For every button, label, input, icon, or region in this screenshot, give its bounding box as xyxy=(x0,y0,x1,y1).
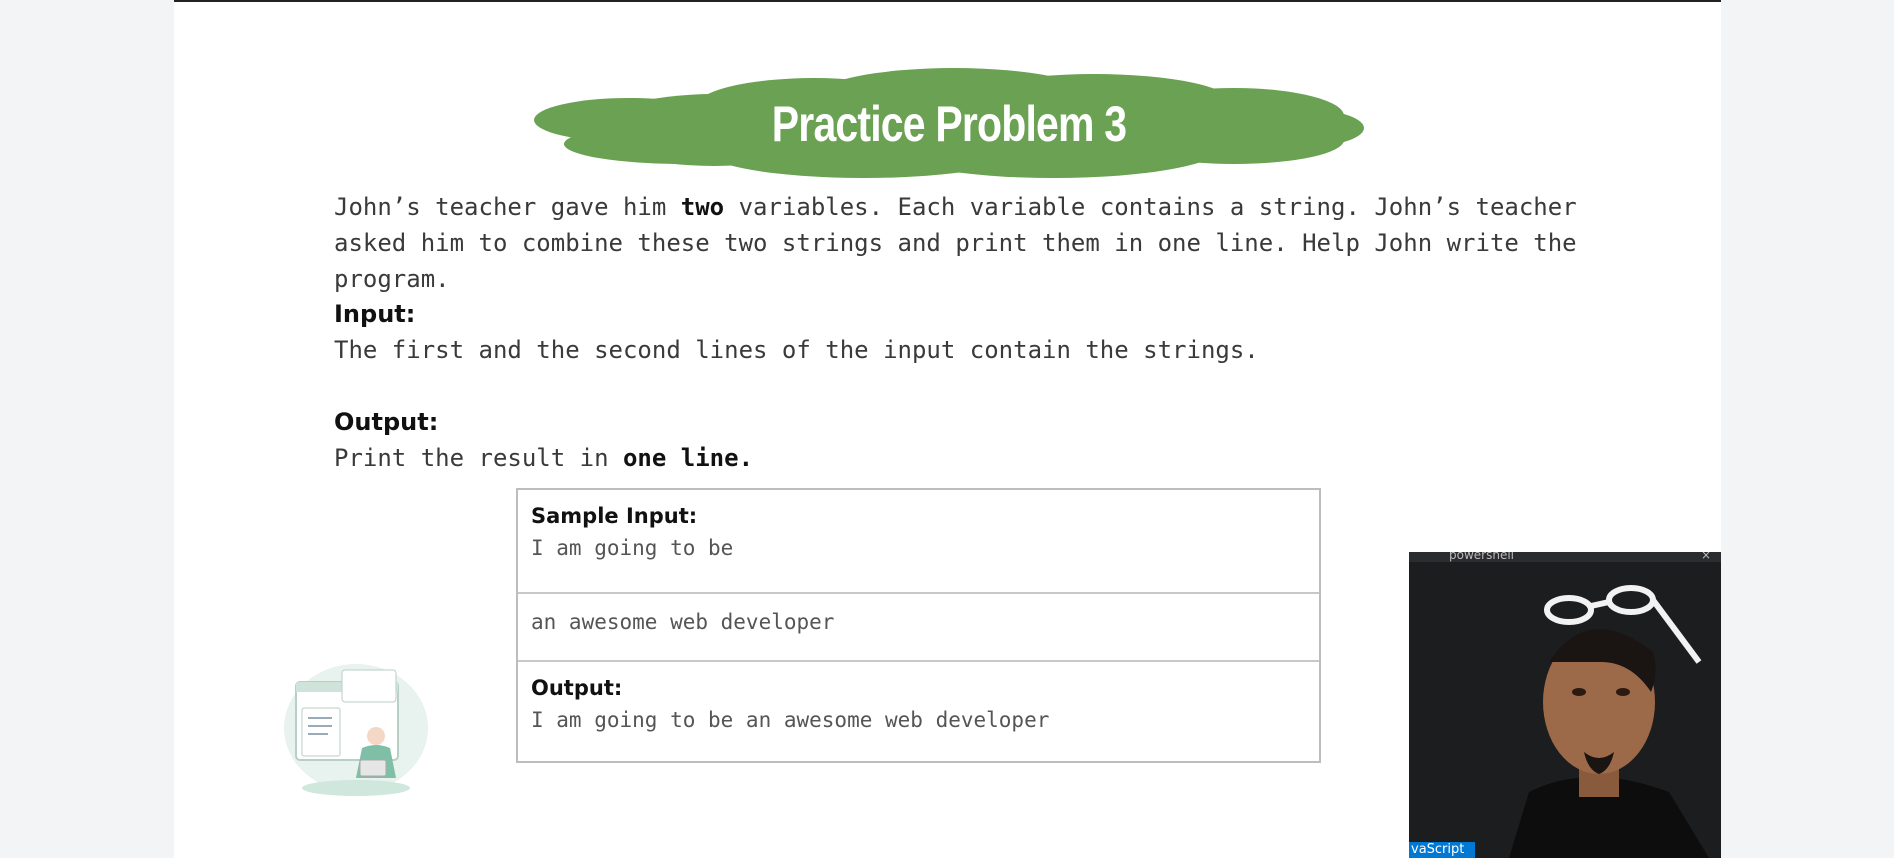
sample-input-row: Sample Input: I am going to be xyxy=(518,490,1319,594)
output-heading: Output: xyxy=(334,408,439,436)
output-description-prefix: Print the result in xyxy=(334,444,623,472)
description-part-1: John’s teacher gave him xyxy=(334,193,681,221)
sample-output-line: I am going to be an awesome web develope… xyxy=(531,708,1050,732)
sample-input-row-2: an awesome web developer xyxy=(518,594,1319,662)
problem-description: John’s teacher gave him two variables. E… xyxy=(334,189,1594,297)
input-description: The first and the second lines of the in… xyxy=(334,336,1259,364)
presenter-video xyxy=(1509,585,1709,858)
webcam-overlay: powershell × vaScript xyxy=(1409,552,1721,858)
sample-input-line-2: an awesome web developer xyxy=(531,610,835,634)
sample-output-label: Output: xyxy=(531,676,623,700)
sample-output-row: Output: I am going to be an awesome web … xyxy=(518,662,1319,761)
input-heading: Input: xyxy=(334,300,416,328)
slide-title: Practice Problem 3 xyxy=(771,96,1127,152)
developer-illustration xyxy=(282,656,430,802)
sample-io-table: Sample Input: I am going to be an awesom… xyxy=(516,488,1321,763)
description-emphasis: two xyxy=(680,193,725,221)
output-description: Print the result in one line. xyxy=(334,440,753,476)
javascript-tab[interactable]: vaScript xyxy=(1409,842,1475,858)
sample-input-label: Sample Input: xyxy=(531,504,698,528)
sample-input-line-1: I am going to be xyxy=(531,536,734,560)
output-description-emphasis: one line. xyxy=(622,444,754,472)
title-banner: Practice Problem 3 xyxy=(534,68,1364,180)
